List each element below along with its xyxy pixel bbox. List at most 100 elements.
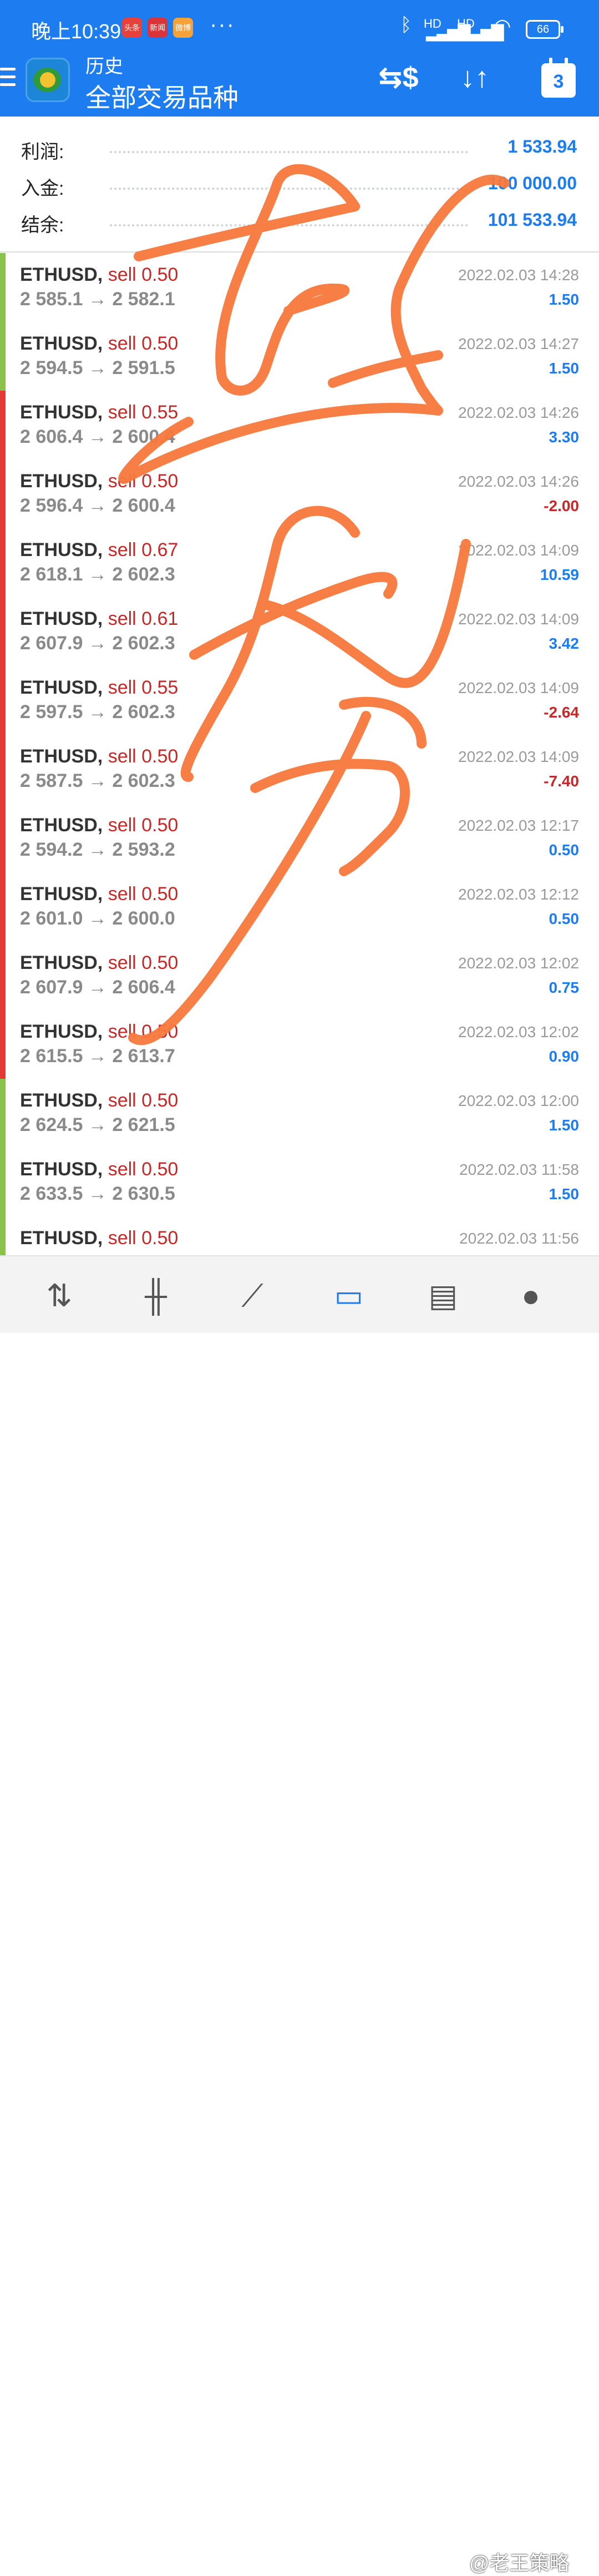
symbol-filter[interactable]: 全部交易品种	[85, 78, 238, 114]
trade-side: sell 0.50	[108, 333, 179, 354]
trade-symbol: ETHUSD,	[20, 1228, 103, 1249]
trade-symbol: ETHUSD,	[20, 1021, 103, 1042]
trade-side: sell 0.50	[108, 883, 179, 905]
trade-side: sell 0.50	[108, 952, 179, 973]
trade-symbol: ETHUSD,	[20, 952, 103, 973]
trade-prices: 2 585.1 → 2 582.1	[20, 289, 175, 310]
top-bar: 晚上10:39 头条 新闻 微博 ··· ᛒ HD ▂▃▅▇ HD ▂▃▅▇ ◠…	[0, 0, 599, 117]
trade-date: 2022.02.03 14:26	[458, 473, 579, 490]
trade-date: 2022.02.03 12:02	[458, 954, 579, 972]
trade-symbol: ETHUSD,	[20, 1090, 103, 1111]
trade-symbol: ETHUSD,	[20, 471, 103, 492]
trade-row[interactable]: ETHUSD, sell 0.55 2 597.5 → 2 602.3 2022.0…	[0, 666, 599, 736]
news-notification-icon: 新闻	[148, 18, 167, 38]
app-bar: 历史 全部交易品种 ⇆$ ↓↑ 3	[0, 55, 599, 117]
bottom-navigation: ⇅ ╫ ⟋ ▭ ▤ ● @老王策略	[0, 1255, 599, 2574]
leader-dots	[110, 151, 468, 153]
trade-row[interactable]: ETHUSD, sell 0.50 2 615.5 → 2 613.7 2022.0…	[0, 1010, 599, 1080]
status-bar: 晚上10:39 头条 新闻 微博 ··· ᛒ HD ▂▃▅▇ HD ▂▃▅▇ ◠…	[0, 0, 599, 55]
trade-prices: 2 594.5 → 2 591.5	[20, 357, 175, 378]
trade-profit: 3.30	[549, 428, 580, 446]
status-time: 晚上10:39	[31, 20, 121, 43]
weibo-notification-icon: 微博	[173, 18, 193, 38]
trade-history-list[interactable]: ETHUSD, sell 0.50 2 585.1 → 2 582.1 2022.0…	[0, 253, 599, 1255]
balance-row: 结余: 101 533.94	[0, 203, 599, 236]
trade-title: ETHUSD, sell 0.50	[20, 1090, 178, 1112]
trade-title: ETHUSD, sell 0.50	[20, 952, 178, 974]
trade-row[interactable]: ETHUSD, sell 0.61 2 607.9 → 2 602.3 2022.0…	[0, 597, 599, 667]
trade-title: ETHUSD, sell 0.67	[20, 539, 178, 561]
history-icon[interactable]: ▭	[329, 1276, 368, 1315]
trade-date: 2022.02.03 11:58	[459, 1161, 579, 1178]
trade-date: 2022.02.03 14:09	[458, 542, 579, 559]
trade-title: ETHUSD, sell 0.55	[20, 402, 178, 423]
trade-profit: 1.50	[549, 291, 580, 308]
news-icon[interactable]: ▤	[424, 1276, 463, 1315]
trade-profit: 0.75	[549, 979, 580, 996]
sort-icon[interactable]: ↓↑	[460, 61, 489, 94]
profit-label: 利润:	[21, 142, 64, 163]
trade-icon[interactable]: ⟋	[233, 1276, 272, 1315]
trade-prices: 2 615.5 → 2 613.7	[20, 1045, 175, 1067]
trade-profit: 0.90	[549, 1048, 580, 1065]
trade-title: ETHUSD, sell 0.50	[20, 815, 178, 836]
calendar-icon[interactable]: 3	[541, 58, 576, 98]
trade-date: 2022.02.03 12:17	[458, 817, 579, 834]
trade-row[interactable]: ETHUSD, sell 0.50 2 587.5 → 2 602.3 2022.0…	[0, 735, 599, 805]
page-title: 历史	[85, 56, 123, 77]
trade-date: 2022.02.03 14:26	[458, 404, 579, 421]
trade-row[interactable]: ETHUSD, sell 0.55 2 606.4 → 2 600.4 2022.0…	[0, 391, 599, 461]
trade-prices: 2 587.5 → 2 602.3	[20, 770, 175, 791]
trade-status-bar	[0, 528, 6, 597]
chart-icon[interactable]: ╫	[136, 1276, 175, 1315]
divider	[0, 251, 599, 252]
trade-row[interactable]: ETHUSD, sell 0.50 2 594.2 → 2 593.2 2022.0…	[0, 804, 599, 873]
trade-row[interactable]: ETHUSD, sell 0.50 2 594.5 → 2 591.5 2022.0…	[0, 322, 599, 392]
trade-prices: 2 607.9 → 2 602.3	[20, 633, 175, 654]
trade-title: ETHUSD, sell 0.50	[20, 883, 178, 905]
trade-profit: 0.50	[549, 841, 580, 858]
trade-title: ETHUSD, sell 0.50	[20, 264, 178, 286]
trade-status-bar	[0, 597, 6, 666]
trade-prices: 2 597.5 → 2 602.3	[20, 701, 175, 723]
trade-title: ETHUSD, sell 0.50	[20, 471, 178, 492]
trade-row[interactable]: ETHUSD, sell 0.50 2 601.0 → 2 600.0 2022.0…	[0, 872, 599, 942]
trade-date: 2022.02.03 14:28	[458, 266, 579, 284]
quotes-icon[interactable]: ⇅	[40, 1276, 79, 1315]
trade-row[interactable]: ETHUSD, sell 0.50 2 633.5 → 2 630.5 2022.0…	[0, 1148, 599, 1218]
more-notifications-icon: ···	[210, 12, 235, 37]
trade-title: ETHUSD, sell 0.50	[20, 746, 178, 767]
trade-side: sell 0.55	[108, 677, 179, 698]
trade-side: sell 0.55	[108, 402, 179, 423]
trade-date: 2022.02.03 14:09	[458, 748, 579, 765]
trade-side: sell 0.61	[108, 608, 179, 629]
toutiao-notification-icon: 头条	[122, 18, 142, 38]
trade-row[interactable]: ETHUSD, sell 0.50 2 607.9 → 2 606.4 2022.0…	[0, 941, 599, 1011]
trade-profit: 1.50	[549, 1185, 580, 1203]
trade-date: 2022.02.03 12:12	[458, 886, 579, 903]
trade-row[interactable]: ETHUSD, sell 0.50 2 624.5 → 2 621.5 2022.0…	[0, 1079, 599, 1149]
trade-symbol: ETHUSD,	[20, 1159, 103, 1180]
trade-row[interactable]: ETHUSD, sell 0.67 2 618.1 → 2 602.3 2022.0…	[0, 528, 599, 598]
trade-status-bar	[0, 459, 6, 528]
trade-title: ETHUSD, sell 0.50	[20, 1021, 178, 1043]
trade-prices: 2 606.4 → 2 600.4	[20, 426, 175, 447]
trade-status-bar	[0, 1216, 6, 1255]
trade-row[interactable]: ETHUSD, sell 0.50 2 596.4 → 2 600.4 2022.0…	[0, 459, 599, 529]
leader-dots	[110, 224, 468, 226]
trade-symbol: ETHUSD,	[20, 815, 103, 836]
chat-icon[interactable]: ●	[511, 1276, 550, 1315]
trade-status-bar	[0, 666, 6, 735]
trade-row[interactable]: ETHUSD, sell 0.50 2 585.1 → 2 582.1 2022.0…	[0, 253, 599, 323]
trade-profit: -7.40	[544, 772, 579, 790]
menu-icon[interactable]	[0, 68, 16, 90]
trade-date: 2022.02.03 12:02	[458, 1023, 579, 1040]
trade-status-bar	[0, 1079, 6, 1148]
trade-prices: 2 596.4 → 2 600.4	[20, 495, 175, 516]
trade-status-bar	[0, 391, 6, 459]
trade-title: ETHUSD, sell 0.50	[20, 333, 178, 355]
currency-swap-icon[interactable]: ⇆$	[378, 61, 419, 94]
wifi-icon: ◠	[494, 14, 511, 37]
trade-symbol: ETHUSD,	[20, 608, 103, 629]
trade-row[interactable]: ETHUSD, sell 0.50 2022.02.03 11:56	[0, 1216, 599, 1255]
